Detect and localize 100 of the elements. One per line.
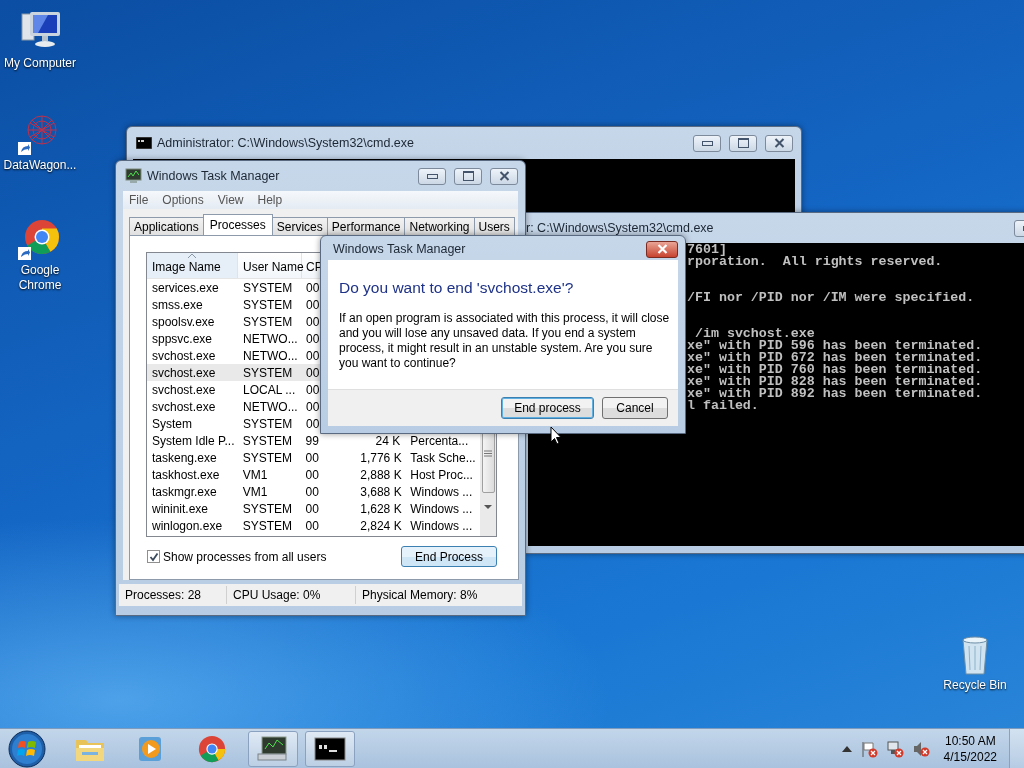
table-cell-text: winlogon.exe (151, 518, 224, 533)
table-cell-text: 1,628 K (359, 501, 403, 516)
tab[interactable]: Performance (326, 217, 406, 235)
table-cell-text: smss.exe (151, 297, 204, 312)
table-cell-text: Task Sche... (409, 450, 477, 465)
table-cell-text: 00 (305, 365, 320, 380)
desktop-icon-label[interactable]: Recycle Bin (936, 678, 1014, 693)
window-title: r: C:\Windows\System32\cmd.exe (526, 221, 714, 235)
clock-date[interactable]: 4/15/2022 (943, 748, 997, 765)
dialog-heading: Do you want to end 'svchost.exe'? (339, 279, 575, 297)
desktop-icon-label[interactable]: My Computer (1, 56, 79, 71)
table-cell-text: System (151, 416, 193, 431)
menu-item[interactable]: Help (257, 193, 283, 207)
maximize-button[interactable] (454, 167, 482, 185)
table-cell-text: SYSTEM (241, 450, 293, 465)
table-cell-text: Windows ... (409, 484, 474, 499)
window-title: Windows Task Manager (147, 169, 280, 183)
desktop-icon-label[interactable]: Google Chrome (1, 263, 79, 293)
table-cell-text: SYSTEM (242, 297, 294, 312)
menu-item[interactable]: File (129, 193, 149, 207)
dialog-title: Windows Task Manager (333, 242, 466, 256)
scroll-down-icon[interactable] (484, 505, 492, 509)
table-cell-text: 99 (304, 433, 320, 448)
table-cell-text: taskeng.exe (151, 450, 218, 465)
minimize-button[interactable] (693, 134, 721, 152)
table-cell-text: svchost.exe (151, 348, 217, 363)
process-row[interactable]: wininit.exe SYSTEM 00 1,628 K Windows ... (147, 500, 480, 517)
checkbox-label[interactable]: Show processes from all users (163, 549, 327, 564)
menu-item[interactable]: View (217, 193, 244, 207)
table-cell-text: SYSTEM (241, 518, 293, 533)
close-button[interactable] (490, 167, 518, 185)
table-cell-text: SYSTEM (242, 416, 294, 431)
table-cell-text: SYSTEM (242, 280, 294, 295)
table-cell-text: SYSTEM (242, 365, 294, 380)
table-cell-text: NETWO... (242, 399, 299, 414)
console-line: xe" with PID 828 has been terminated. (687, 376, 984, 388)
table-cell-text: VM1 (241, 484, 269, 499)
table-cell-text: 00 (305, 348, 320, 363)
show-hidden-icons-icon[interactable] (841, 745, 852, 752)
close-icon (498, 171, 510, 181)
table-cell-text: SYSTEM (242, 314, 294, 329)
table-cell-text: 00 (305, 297, 320, 312)
status-text: Physical Memory: 8% (361, 587, 479, 604)
table-cell-text: taskhost.exe (151, 467, 221, 482)
network-icon[interactable] (885, 739, 904, 758)
table-cell-text: SYSTEM (241, 501, 293, 516)
tab[interactable]: Processes (202, 214, 273, 235)
table-cell-text: System Idle P... (151, 433, 236, 448)
cancel-button[interactable]: Cancel (602, 397, 668, 419)
clock-time[interactable]: 10:50 AM (944, 732, 996, 749)
table-cell-text: 2,888 K (359, 467, 403, 482)
status-text: Processes: 28 (119, 586, 227, 604)
desktop-icon-label[interactable]: DataWagon... (1, 158, 79, 173)
close-button[interactable] (646, 240, 678, 258)
tab[interactable]: Applications (129, 217, 204, 235)
table-cell-text: 00 (304, 484, 320, 499)
start-button[interactable] (7, 728, 47, 768)
table-cell-text: 00 (305, 314, 320, 329)
table-cell-text: wininit.exe (151, 501, 210, 516)
window-title: Administrator: C:\Windows\System32\cmd.exe (157, 136, 415, 150)
close-icon (773, 138, 785, 148)
table-cell-text: 00 (305, 280, 320, 295)
table-cell-text: 00 (304, 501, 320, 516)
console-icon[interactable] (305, 730, 355, 767)
table-cell-text: VM1 (241, 467, 269, 482)
flag-icon[interactable] (859, 739, 878, 758)
console-line: /FI nor /PID nor /IM were specified. (687, 292, 976, 304)
table-cell-text: 3,688 K (359, 484, 403, 499)
monitor-icon (124, 168, 142, 184)
tab[interactable]: Users (473, 217, 515, 235)
cursor-icon (550, 426, 562, 445)
menu-item[interactable]: Options (162, 193, 204, 207)
status-text: CPU Usage: 0% (227, 586, 356, 604)
maximize-button[interactable] (729, 134, 757, 152)
process-row[interactable]: taskhost.exe VM1 00 2,888 K Host Proc... (147, 466, 480, 483)
monitor-icon[interactable] (248, 730, 298, 767)
console-line: xe" with PID 672 has been terminated. (687, 352, 984, 364)
tab[interactable]: Networking (404, 217, 475, 235)
table-cell-text: 00 (305, 331, 320, 346)
process-row[interactable]: taskeng.exe SYSTEM 00 1,776 K Task Sche... (147, 449, 480, 466)
table-cell-text: 00 (304, 518, 320, 533)
table-cell-text: NETWO... (242, 348, 299, 363)
close-button[interactable] (765, 134, 793, 152)
tab[interactable]: Services (271, 217, 328, 235)
column-header[interactable]: Image Name (147, 253, 238, 278)
checkbox[interactable] (147, 550, 160, 563)
table-cell-text: Windows ... (409, 501, 474, 516)
table-cell-text: 2,824 K (359, 518, 403, 533)
column-header[interactable]: User Name (238, 253, 302, 278)
end-process-button[interactable]: End Process (401, 546, 497, 567)
console-icon (136, 137, 152, 149)
table-cell-text: sppsvc.exe (151, 331, 214, 346)
process-row[interactable]: taskmgr.exe VM1 00 3,688 K Windows ... (147, 483, 480, 500)
table-cell-text: Host Proc... (409, 467, 474, 482)
console-line: xe" with PID 760 has been terminated. (687, 364, 984, 376)
minimize-button[interactable] (418, 167, 446, 185)
process-row[interactable]: winlogon.exe SYSTEM 00 2,824 K Windows ... (147, 517, 480, 534)
process-row[interactable]: System Idle P... SYSTEM 99 24 K Percenta... (147, 432, 480, 449)
end-process-button[interactable]: End process (501, 397, 594, 419)
table-cell-text: 00 (304, 467, 320, 482)
